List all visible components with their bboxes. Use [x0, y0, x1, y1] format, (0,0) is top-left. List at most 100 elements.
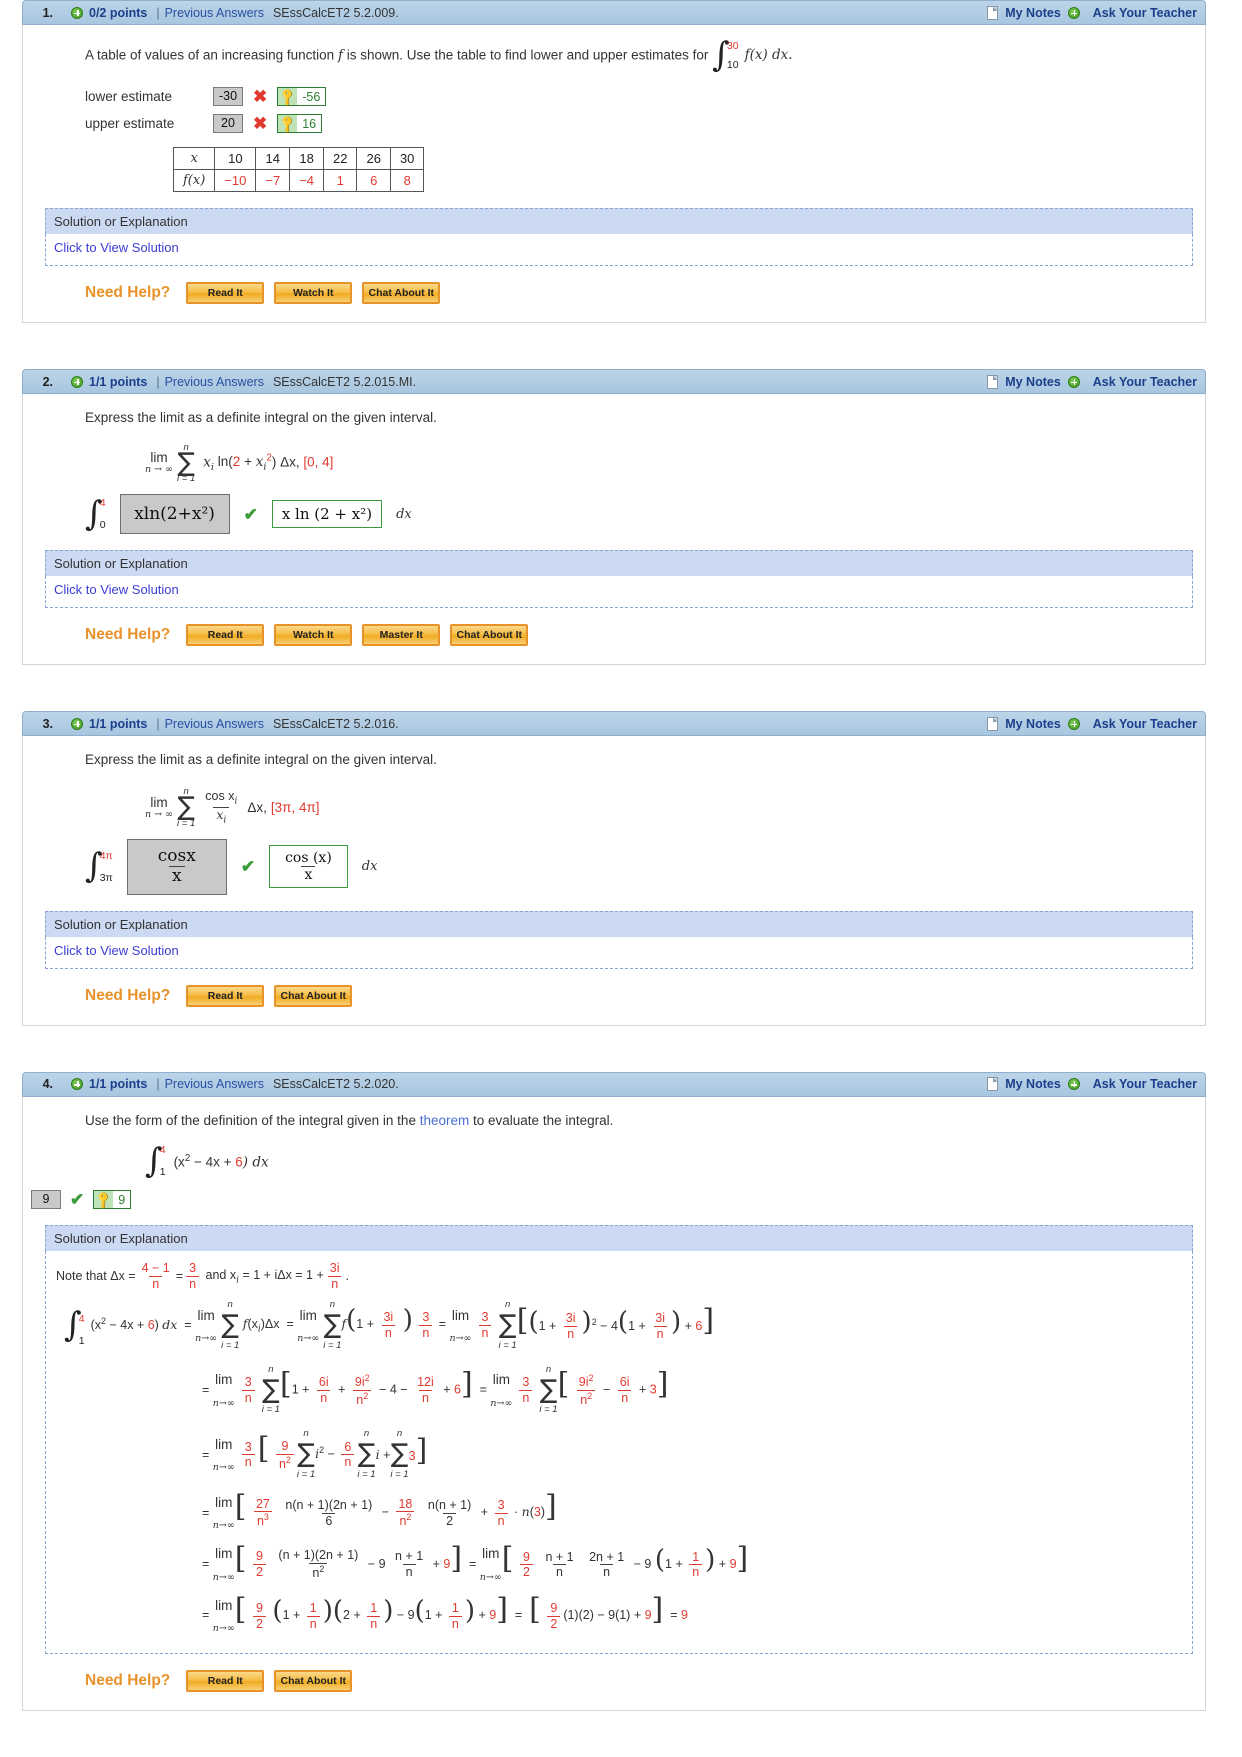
answer-integral: 4 0 ∫ — [85, 497, 106, 531]
problem-4-integral-expression: 4 1 ∫ (x2 − 4x + 6) dx — [145, 1144, 1191, 1178]
lower-estimate-row: lower estimate -30 ✖ 🔑 -56 — [85, 86, 1191, 107]
problem-4-points: 1/1 points — [89, 1077, 148, 1092]
problem-2-points: 1/1 points — [89, 374, 148, 389]
ask-teacher-plus-icon[interactable] — [1067, 6, 1080, 19]
click-to-view-solution-link[interactable]: Click to View Solution — [54, 943, 179, 958]
problem-2-answer-line: 4 0 ∫ xln(2+x²) ✔ x ln (2 + x²) dx — [85, 494, 1191, 535]
read-it-button[interactable]: Read It — [186, 624, 265, 647]
chat-about-it-button[interactable]: Chat About It — [274, 984, 353, 1007]
header-separator: | — [156, 716, 160, 731]
table-cell-fx-3: 1 — [323, 169, 358, 192]
problem-1-points: 0/2 points — [89, 5, 148, 20]
note-page-icon[interactable] — [987, 1077, 999, 1092]
watch-it-button[interactable]: Watch It — [274, 624, 353, 647]
chat-about-it-button[interactable]: Chat About It — [274, 1669, 353, 1692]
note-page-icon[interactable] — [987, 374, 999, 389]
watch-it-button[interactable]: Watch It — [274, 282, 353, 304]
problem-3-header: 3. 1/1 points | Previous Answers SEssCal… — [22, 711, 1206, 737]
theorem-link[interactable]: theorem — [420, 1113, 470, 1128]
prompt-text-mid: is shown. Use the table to find lower an… — [346, 47, 709, 63]
expression-input[interactable]: cosx x — [126, 838, 227, 895]
upper-estimate-input[interactable]: 20 — [213, 114, 243, 133]
limit-subscript: n → ∞ — [145, 808, 174, 820]
prompt-text-post: to evaluate the integral. — [473, 1112, 614, 1128]
my-notes-link[interactable]: My Notes — [1005, 717, 1061, 731]
previous-answers-link[interactable]: Previous Answers — [165, 375, 264, 389]
answer-integral: 4π 3π ∫ — [85, 849, 113, 884]
previous-answers-link[interactable]: Previous Answers — [165, 717, 264, 731]
problem-4-prompt: Use the form of the definition of the in… — [85, 1111, 1191, 1131]
note-page-icon[interactable] — [987, 5, 999, 20]
integral-lower-limit: 1 — [159, 1166, 166, 1179]
problem-4-code: SEssCalcET2 5.2.020. — [272, 1077, 399, 1092]
upper-estimate-row: upper estimate 20 ✖ 🔑 16 — [85, 113, 1191, 134]
answer-input[interactable]: 9 — [31, 1190, 61, 1210]
my-notes-link[interactable]: My Notes — [1005, 1077, 1061, 1091]
click-to-view-solution-link[interactable]: Click to View Solution — [54, 582, 179, 597]
ask-your-teacher-link[interactable]: Ask Your Teacher — [1093, 717, 1197, 731]
solution-band-label: Solution or Explanation — [54, 214, 188, 229]
integral-lower-limit: 3π — [99, 871, 113, 884]
note-page-icon[interactable] — [987, 716, 999, 731]
problem-2-solution-body: Click to View Solution — [45, 576, 1193, 609]
rendered-expression: x ln (2 + x²) — [271, 500, 383, 529]
prompt-text-pre: Use the form of the definition of the in… — [85, 1112, 416, 1128]
solution-note-line: Note that Δx = 4 − 1 n = 3 n and xi = 1 … — [56, 1261, 1184, 1291]
integral-body: (x2 − 4x + 6) dx — [173, 1152, 269, 1171]
master-it-button[interactable]: Master It — [362, 624, 441, 647]
table-cell-fx-2: −4 — [289, 169, 325, 192]
table-row-label-fx: f(x) — [172, 169, 216, 192]
problem-2: 2. 1/1 points | Previous Answers SEssCal… — [0, 369, 1242, 666]
note-fraction-2: 3 n — [186, 1261, 200, 1291]
read-it-button[interactable]: Read It — [186, 282, 265, 304]
ask-your-teacher-link[interactable]: Ask Your Teacher — [1093, 375, 1197, 389]
lower-estimate-input[interactable]: -30 — [213, 87, 243, 106]
integral-upper-limit: 4 — [99, 497, 106, 510]
ask-your-teacher-link[interactable]: Ask Your Teacher — [1093, 6, 1197, 20]
limit-expr-var: x — [203, 454, 211, 471]
expand-plus-icon[interactable] — [71, 717, 83, 730]
problem-1-code: SEssCalcET2 5.2.009. — [272, 5, 399, 20]
need-help-label: Need Help? — [85, 1671, 171, 1689]
entered-denominator: x — [169, 866, 185, 887]
values-table: x 10 14 18 22 26 30 f(x) −10 −7 −4 1 6 8 — [172, 147, 425, 192]
solution-line-1: 41 ∫ (x2 − 4x + 6) dx = lim n→∞ n ∑ i = 1 f… — [64, 1299, 715, 1351]
expand-plus-icon[interactable] — [71, 375, 83, 388]
dx-label: dx — [396, 506, 412, 522]
lower-estimate-key-value: -56 — [302, 89, 321, 104]
correct-check-icon: ✔ — [70, 1190, 85, 1210]
note-pre: Note that — [56, 1269, 107, 1284]
prompt-integral: 30 10 ∫ f(x) dx. — [712, 39, 792, 73]
table-row-label-x: x — [172, 147, 216, 170]
integral-upper-limit: 4 — [159, 1144, 166, 1157]
expand-plus-icon[interactable] — [71, 1078, 83, 1091]
problem-4-answer-row: 9 ✔ 🔑 9 — [31, 1190, 1205, 1210]
ask-teacher-plus-icon[interactable] — [1067, 1078, 1080, 1091]
previous-answers-link[interactable]: Previous Answers — [165, 6, 264, 20]
my-notes-link[interactable]: My Notes — [1005, 375, 1061, 389]
problem-2-code: SEssCalcET2 5.2.015.MI. — [272, 374, 417, 389]
chat-about-it-button[interactable]: Chat About It — [362, 282, 441, 304]
read-it-button[interactable]: Read It — [186, 984, 265, 1007]
expand-plus-icon[interactable] — [71, 6, 83, 19]
chat-about-it-button[interactable]: Chat About It — [450, 624, 529, 647]
problem-3-limit-expression: lim n → ∞ n ∑ i = 1 cos xi xi Δx, [3π, 4… — [145, 786, 1191, 829]
table-cell-fx-5: 8 — [389, 169, 425, 192]
previous-answers-link[interactable]: Previous Answers — [165, 1077, 264, 1091]
problem-4-solution-band: Solution or Explanation — [45, 1225, 1193, 1252]
ask-teacher-plus-icon[interactable] — [1067, 375, 1080, 388]
sigma-bottom: i = 1 — [177, 817, 196, 829]
click-to-view-solution-link[interactable]: Click to View Solution — [54, 240, 179, 255]
table-cell-x-2: 18 — [289, 147, 325, 170]
expression-input[interactable]: xln(2+x²) — [119, 494, 230, 535]
ask-your-teacher-link[interactable]: Ask Your Teacher — [1093, 1077, 1197, 1091]
fraction-denominator: xi — [213, 806, 230, 826]
limit-expr-var-sub: i — [210, 462, 215, 474]
upper-estimate-label: upper estimate — [85, 116, 175, 131]
read-it-button[interactable]: Read It — [186, 1669, 265, 1692]
header-separator: | — [156, 374, 160, 389]
problem-2-need-help: Need Help? Read It Watch It Master It Ch… — [85, 624, 1205, 647]
my-notes-link[interactable]: My Notes — [1005, 6, 1061, 20]
problem-3-prompt: Express the limit as a definite integral… — [85, 752, 437, 768]
ask-teacher-plus-icon[interactable] — [1067, 717, 1080, 730]
